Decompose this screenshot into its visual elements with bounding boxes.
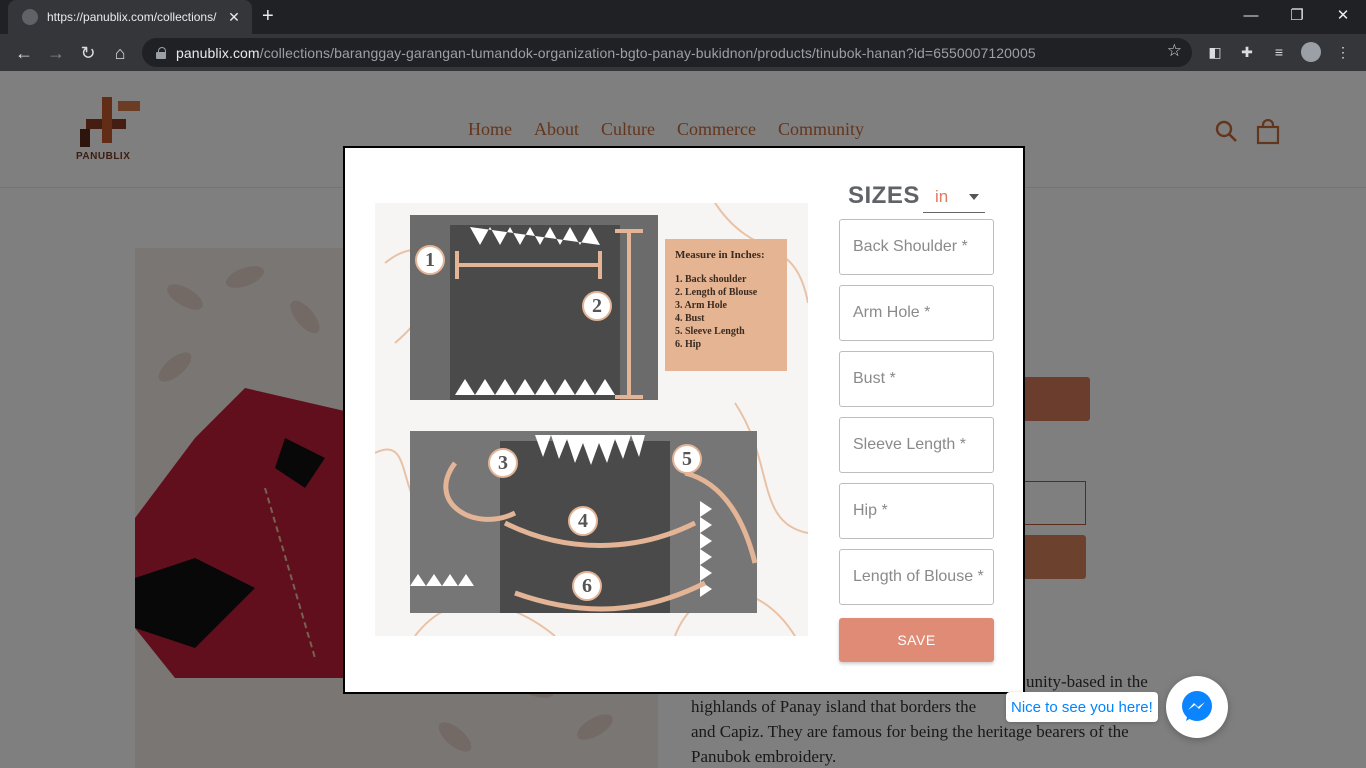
bust-field[interactable]: Bust * xyxy=(839,351,994,407)
tab-close-icon[interactable]: ✕ xyxy=(226,9,242,26)
messenger-button[interactable] xyxy=(1166,676,1228,738)
hip-field[interactable]: Hip * xyxy=(839,483,994,539)
legend-item: 4. Bust xyxy=(675,313,705,324)
unit-select[interactable]: in xyxy=(923,181,985,213)
window-close-icon[interactable]: ✕ xyxy=(1320,0,1366,30)
minimize-icon[interactable]: — xyxy=(1228,0,1274,30)
legend-item: 5. Sleeve Length xyxy=(675,326,745,337)
blouse-back-photo xyxy=(410,215,658,400)
profile-icon[interactable] xyxy=(1301,42,1321,62)
length-of-blouse-field[interactable]: Length of Blouse * xyxy=(839,549,994,605)
save-button[interactable]: SAVE xyxy=(839,618,994,662)
marker-1: 1 xyxy=(415,245,445,275)
legend-item: 1. Back shoulder xyxy=(675,274,747,285)
sleeve-length-field[interactable]: Sleeve Length * xyxy=(839,417,994,473)
restore-icon[interactable]: ❐ xyxy=(1274,0,1320,30)
marker-4: 4 xyxy=(568,506,598,536)
browser-tabbar: https://panublix.com/collections/ ✕ + — … xyxy=(0,0,1366,34)
marker-3: 3 xyxy=(488,448,518,478)
back-shoulder-field[interactable]: Back Shoulder * xyxy=(839,219,994,275)
legend-item: 2. Length of Blouse xyxy=(675,287,758,298)
arm-hole-field[interactable]: Arm Hole * xyxy=(839,285,994,341)
browser-toolbar: ← → ↻ ⌂ panublix.com/collections/barangg… xyxy=(0,34,1366,71)
measurement-guide-image: Measure in Inches: 1. Back shoulder 2. L… xyxy=(375,203,808,636)
url-text[interactable]: panublix.com/collections/baranggay-garan… xyxy=(176,45,1036,61)
extension-icon[interactable]: ◧ xyxy=(1205,42,1225,62)
globe-icon xyxy=(22,9,38,25)
chat-greeting[interactable]: Nice to see you here! xyxy=(1006,692,1158,722)
marker-5: 5 xyxy=(672,444,702,474)
measurement-legend: Measure in Inches: 1. Back shoulder 2. L… xyxy=(665,239,787,371)
home-icon[interactable]: ⌂ xyxy=(107,40,133,66)
puzzle-icon[interactable]: ✚ xyxy=(1237,42,1257,62)
marker-2: 2 xyxy=(582,291,612,321)
address-bar[interactable]: panublix.com/collections/baranggay-garan… xyxy=(142,38,1192,67)
reload-icon[interactable]: ↻ xyxy=(75,40,101,66)
back-icon[interactable]: ← xyxy=(11,40,37,66)
menu-icon[interactable]: ⋮ xyxy=(1333,42,1353,62)
legend-heading: Measure in Inches: xyxy=(675,249,765,261)
sizes-title: SIZES xyxy=(848,182,920,209)
new-tab-button[interactable]: + xyxy=(262,6,274,26)
browser-tab[interactable]: https://panublix.com/collections/ ✕ xyxy=(8,0,252,34)
legend-item: 6. Hip xyxy=(675,339,702,350)
size-modal: Measure in Inches: 1. Back shoulder 2. L… xyxy=(343,146,1025,694)
unit-value: in xyxy=(935,186,949,206)
messenger-icon xyxy=(1182,691,1212,721)
forward-icon[interactable]: → xyxy=(43,40,69,66)
marker-6: 6 xyxy=(572,571,602,601)
tab-title: https://panublix.com/collections/ xyxy=(47,10,217,24)
legend-item: 3. Arm Hole xyxy=(675,300,727,311)
lock-icon[interactable] xyxy=(156,47,166,59)
chevron-down-icon xyxy=(969,193,979,200)
star-icon[interactable]: ☆ xyxy=(1167,41,1182,61)
media-icon[interactable]: ≡ xyxy=(1269,42,1289,62)
